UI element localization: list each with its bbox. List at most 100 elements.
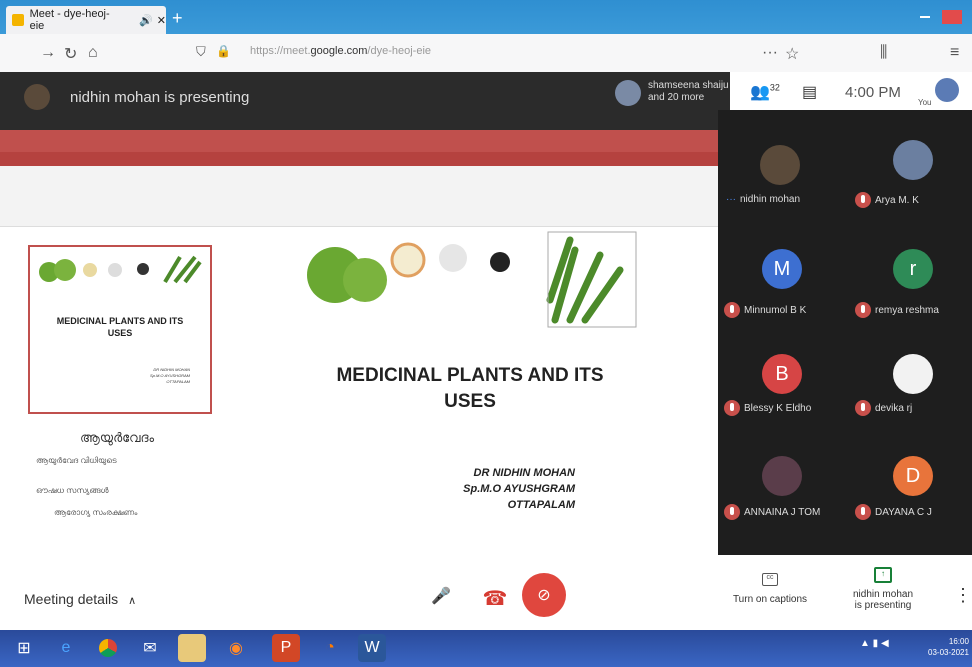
participant-name: nidhin mohan xyxy=(740,194,801,205)
leave-call-button[interactable]: ☎ xyxy=(478,581,512,615)
present-screen-icon: ↑ xyxy=(874,567,892,583)
notes-item-1: ആയുർവേദ വിധിയുടെ xyxy=(36,456,117,465)
participant-tile[interactable]: M Minnumol B K xyxy=(718,222,843,332)
meeting-controls: Meeting details ∧ 🎤 ☎ ⊘ cc Turn on capti… xyxy=(0,555,972,630)
participant-name: Blessy K Eldho xyxy=(744,402,812,414)
speaking-indicator-icon: ··· xyxy=(726,194,736,205)
slide-title: MEDICINAL PLANTS AND ITS USES xyxy=(225,363,715,415)
participant-name: remya reshma xyxy=(875,304,939,316)
mic-off-icon xyxy=(855,504,871,520)
bookmark-star-icon[interactable]: ☆ xyxy=(785,44,799,64)
internet-explorer-icon[interactable]: e xyxy=(52,634,80,662)
slide-plants-image xyxy=(307,231,637,328)
others-line2: and 20 more xyxy=(648,92,705,103)
url-path: /dye-heoj-eie xyxy=(367,45,431,57)
notes-heading: ആയുർവേദം xyxy=(80,430,155,445)
browser-tab[interactable]: Meet - dye-heoj-eie 🔊 ✕ xyxy=(6,6,166,34)
you-label: You xyxy=(918,98,932,107)
powerpoint-icon[interactable]: P xyxy=(272,634,300,662)
library-icon[interactable]: ⫼ xyxy=(880,44,887,62)
mail-icon[interactable]: ✉ xyxy=(136,634,164,662)
slide-author2: Sp.M.O AYUSHGRAM xyxy=(463,483,575,495)
window-controls xyxy=(920,8,972,24)
mic-off-icon xyxy=(724,400,740,416)
others-line1: shamseena shaiju xyxy=(648,80,729,91)
captions-label: Turn on captions xyxy=(732,594,808,605)
slide-thumbnail[interactable]: MEDICINAL PLANTS AND ITS USES DR NIDHIN … xyxy=(28,245,212,414)
participant-initial: M xyxy=(762,249,802,289)
participant-photo xyxy=(762,456,802,496)
self-avatar[interactable] xyxy=(935,78,959,102)
more-options-icon[interactable]: ⋮ xyxy=(954,585,972,606)
notes-item-2: ഔഷധ സസ്യങ്ങൾ xyxy=(36,486,109,495)
thumb-author3: OTTAPALAM xyxy=(166,379,190,384)
powerpoint-ribbon-tabs xyxy=(0,152,718,166)
participant-tile[interactable]: devika rj xyxy=(845,334,970,444)
participant-name: DAYANA C J xyxy=(875,506,932,518)
firefox-icon[interactable]: ◔ xyxy=(316,634,344,662)
participant-label: devika rj xyxy=(855,400,912,416)
people-icon[interactable]: 👥32 xyxy=(750,82,780,102)
others-label: shamseena shaiju and 20 more xyxy=(648,80,729,104)
mic-off-icon xyxy=(855,400,871,416)
mic-off-icon xyxy=(855,302,871,318)
participant-tile[interactable]: r remya reshma xyxy=(845,222,970,332)
meet-favicon-icon xyxy=(12,14,24,26)
url-field[interactable]: https://meet.google.com/dye-heoj-eie xyxy=(250,45,431,57)
close-window-icon[interactable] xyxy=(942,9,963,24)
presenting-label-2: is presenting xyxy=(854,600,912,611)
participant-photo xyxy=(893,354,933,394)
participant-tile[interactable]: D DAYANA C J xyxy=(845,446,970,556)
notes-area: ആയുർവേദം ആയുർവേദ വിധിയുടെ ഔഷധ സസ്യങ്ങൾ ആ… xyxy=(30,430,210,518)
participant-grid: ··· nidhin mohan Arya M. K M Minnumol B K… xyxy=(718,110,972,555)
participant-label: ··· nidhin mohan xyxy=(726,194,800,205)
powerpoint-ribbon xyxy=(0,166,718,227)
new-tab-button[interactable]: + xyxy=(172,8,183,29)
lock-icon: 🔒 xyxy=(216,44,231,58)
url-prefix: https://meet. xyxy=(250,45,311,57)
meeting-time: 4:00 PM xyxy=(845,84,901,101)
windows-start-icon[interactable]: ⊞ xyxy=(10,634,38,662)
thumb-authors: DR NIDHIN MOHAN Sp.M.O AYUSHGRAM OTTAPAL… xyxy=(110,367,190,385)
reload-icon[interactable]: ↻ xyxy=(64,44,77,64)
chrome-icon[interactable] xyxy=(94,634,122,662)
back-icon[interactable]: → xyxy=(40,44,56,62)
participant-tile[interactable]: ··· nidhin mohan xyxy=(718,110,843,220)
meeting-details-label: Meeting details xyxy=(24,591,119,607)
media-player-icon[interactable]: ◉ xyxy=(222,634,250,662)
presenting-banner: nidhin mohan is presenting shamseena sha… xyxy=(0,72,730,130)
minimize-icon[interactable] xyxy=(920,15,930,18)
captions-icon: cc xyxy=(762,573,778,586)
participant-label: Blessy K Eldho xyxy=(724,400,811,416)
chat-icon[interactable]: ▤ xyxy=(802,82,817,102)
participant-count: 32 xyxy=(769,82,780,93)
presenting-text: nidhin mohan is presenting xyxy=(70,89,250,106)
close-tab-icon[interactable]: ✕ xyxy=(157,14,166,27)
word-icon[interactable]: W xyxy=(358,634,386,662)
captions-button[interactable]: cc Turn on captions xyxy=(730,573,810,605)
clock: 16:00 03-03-2021 xyxy=(928,636,969,658)
speaker-icon: 🔊 xyxy=(139,14,153,27)
participant-label: remya reshma xyxy=(855,302,939,318)
participant-tile[interactable]: Arya M. K xyxy=(845,110,970,220)
participant-initial: r xyxy=(893,249,933,289)
participant-label: Minnumol B K xyxy=(724,302,806,318)
shield-icon: ⛉ xyxy=(196,44,206,59)
hang-up-icon: ☎ xyxy=(482,587,508,610)
browser-tab-bar: Meet - dye-heoj-eie 🔊 ✕ + xyxy=(0,0,972,34)
presenting-button[interactable]: ↑ nidhin mohan is presenting xyxy=(838,567,928,611)
participant-photo xyxy=(760,145,800,185)
participant-tile[interactable]: B Blessy K Eldho xyxy=(718,334,843,444)
others-avatar xyxy=(615,80,641,106)
more-icon[interactable]: ··· xyxy=(762,44,778,62)
slide-authors: DR NIDHIN MOHAN Sp.M.O AYUSHGRAM OTTAPAL… xyxy=(425,465,575,513)
file-explorer-icon[interactable] xyxy=(178,634,206,662)
participant-tile[interactable]: ANNAINA J TOM xyxy=(718,446,843,556)
notes-item-3: ആരോഗ്യ സംരക്ഷണം xyxy=(54,508,138,517)
meeting-details-button[interactable]: Meeting details ∧ xyxy=(24,591,136,607)
menu-icon[interactable]: ≡ xyxy=(950,44,959,62)
camera-off-button[interactable]: ⊘ xyxy=(522,573,566,617)
home-icon[interactable]: ⌂ xyxy=(88,44,98,62)
microphone-button[interactable]: 🎤 xyxy=(426,581,456,611)
tab-title: Meet - dye-heoj-eie xyxy=(29,8,110,32)
